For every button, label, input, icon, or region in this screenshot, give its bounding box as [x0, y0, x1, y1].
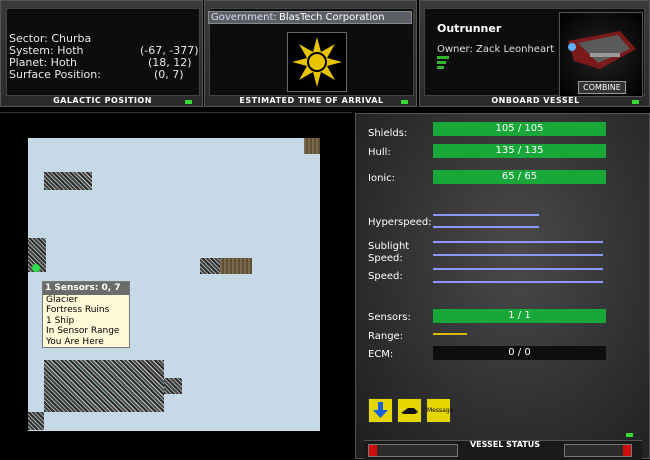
surface-coords: (0, 7) [154, 68, 184, 81]
sensors-bar: 1 / 1 [433, 309, 606, 323]
status-gauge-right [564, 444, 632, 457]
status-led [626, 433, 633, 437]
status-led [632, 100, 639, 104]
speed-line [433, 268, 603, 270]
hyperspeed-line [433, 214, 539, 216]
ship-icon [568, 31, 636, 69]
government-value: BlasTech Corporation [279, 12, 385, 23]
ionic-label: Ionic: [368, 173, 396, 184]
map-tile-ruins[interactable] [220, 258, 252, 274]
map-tile-ruins[interactable] [304, 138, 320, 154]
range-indicator [433, 333, 467, 335]
surface-position-text: Surface Position: [9, 68, 101, 81]
ship-silhouette-icon [401, 408, 418, 414]
ship-class-label: COMBINE [578, 81, 626, 94]
tooltip-line: Glacier [46, 294, 78, 305]
ionic-bar: 65 / 65 [433, 170, 606, 184]
vessel-name: Outrunner [437, 22, 502, 35]
tooltip-line: In Sensor Range [46, 326, 120, 336]
vessel-status-label: VESSEL STATUS [469, 440, 541, 449]
status-gauge-left [368, 444, 458, 457]
player-ship-marker[interactable] [32, 264, 40, 272]
map-tile-mountains[interactable] [164, 378, 182, 394]
speed-line [433, 281, 603, 283]
vessel-status-strip: VESSEL STATUS [364, 433, 642, 460]
government-field: Government: BlasTech Corporation [208, 11, 412, 24]
arrow-down-icon [373, 402, 388, 418]
download-button[interactable] [368, 398, 393, 423]
message-label: Message [427, 407, 454, 414]
government-label: Government: [211, 12, 277, 23]
hull-bar: 135 / 135 [433, 144, 606, 158]
map-tile-mountains[interactable] [44, 172, 92, 190]
faction-emblem [287, 32, 347, 92]
message-button[interactable]: Message [426, 398, 454, 423]
tooltip-line: 1 Ship [46, 315, 75, 326]
shields-bar: 105 / 105 [433, 122, 606, 136]
status-gauge-fill [623, 445, 631, 456]
status-gauge-fill [369, 445, 377, 456]
map-tile-mountains[interactable] [44, 360, 164, 412]
ecm-label: ECM: [368, 349, 394, 360]
sublight-label: Sublight [368, 241, 410, 252]
range-label: Range: [368, 331, 404, 342]
eta-label: ESTIMATED TIME OF ARRIVAL [239, 96, 384, 105]
map-tile-mountains[interactable] [200, 258, 220, 274]
tooltip-title: 1 Sensors: 0, 7 [43, 282, 129, 295]
star-emblem-icon [292, 37, 342, 87]
hyperspeed-line [433, 226, 539, 228]
ecm-bar: 0 / 0 [433, 346, 606, 360]
vessel-status-icon [437, 56, 451, 70]
onboard-vessel-label: ONBOARD VESSEL [491, 96, 580, 105]
vessel-image[interactable]: COMBINE [559, 12, 643, 97]
speed-label: Speed: [368, 271, 403, 282]
hyperspeed-label: Hyperspeed: [368, 217, 432, 228]
map-tile-mountains[interactable] [28, 412, 44, 430]
vessel-owner: Owner: Zack Leonheart [437, 44, 555, 55]
map-tooltip: 1 Sensors: 0, 7 Glacier Fortress Ruins 1… [42, 281, 130, 348]
sublight-line [433, 254, 603, 256]
status-led [185, 100, 192, 104]
sensors-label: Sensors: [368, 312, 411, 323]
galactic-position-label: GALACTIC POSITION [53, 96, 152, 105]
sublight-speed-label: Speed: [368, 253, 403, 264]
ship-view-button[interactable] [397, 398, 422, 423]
shields-label: Shields: [368, 128, 408, 139]
status-led [401, 100, 408, 104]
hull-label: Hull: [368, 147, 391, 158]
tooltip-line: You Are Here [46, 336, 104, 347]
tooltip-line: Fortress Ruins [46, 305, 110, 315]
sublight-line [433, 241, 603, 243]
